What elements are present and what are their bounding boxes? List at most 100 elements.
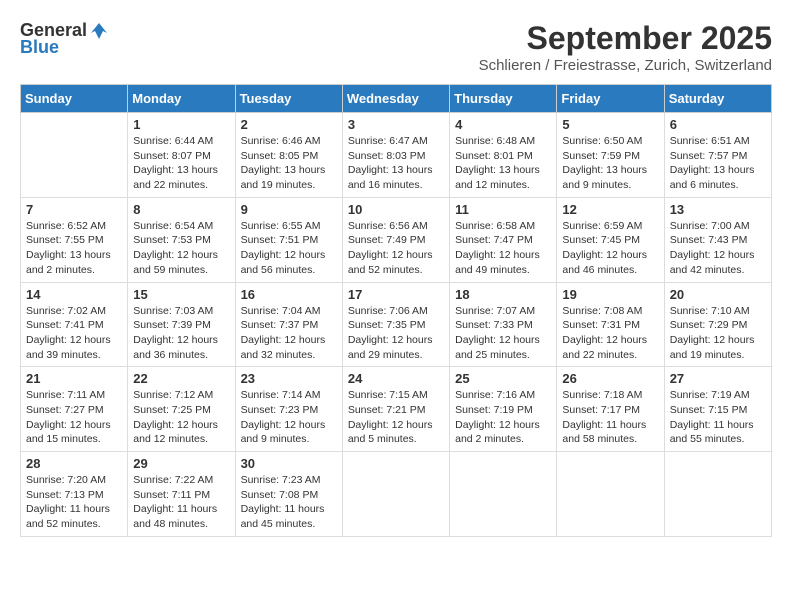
- day-number: 22: [133, 371, 229, 386]
- day-info: Sunrise: 6:59 AM Sunset: 7:45 PM Dayligh…: [562, 219, 658, 278]
- table-row: 26 Sunrise: 7:18 AM Sunset: 7:17 PM Dayli…: [557, 367, 664, 452]
- table-row: 3 Sunrise: 6:47 AM Sunset: 8:03 PM Daylig…: [342, 113, 449, 198]
- table-row: 4 Sunrise: 6:48 AM Sunset: 8:01 PM Daylig…: [450, 113, 557, 198]
- calendar-week-row: 1 Sunrise: 6:44 AM Sunset: 8:07 PM Daylig…: [21, 113, 772, 198]
- day-number: 3: [348, 117, 444, 132]
- page-header: General Blue September 2025 Schlieren / …: [20, 20, 772, 74]
- day-number: 27: [670, 371, 766, 386]
- calendar-week-row: 21 Sunrise: 7:11 AM Sunset: 7:27 PM Dayli…: [21, 367, 772, 452]
- calendar-header-row: Sunday Monday Tuesday Wednesday Thursday…: [21, 85, 772, 113]
- location-title: Schlieren / Freiestrasse, Zurich, Switze…: [479, 57, 772, 74]
- table-row: 19 Sunrise: 7:08 AM Sunset: 7:31 PM Dayli…: [557, 282, 664, 367]
- day-info: Sunrise: 7:00 AM Sunset: 7:43 PM Dayligh…: [670, 219, 766, 278]
- logo: General Blue: [20, 20, 109, 58]
- day-info: Sunrise: 7:04 AM Sunset: 7:37 PM Dayligh…: [241, 304, 337, 363]
- day-number: 4: [455, 117, 551, 132]
- day-number: 5: [562, 117, 658, 132]
- table-row: 17 Sunrise: 7:06 AM Sunset: 7:35 PM Dayli…: [342, 282, 449, 367]
- day-number: 7: [26, 202, 122, 217]
- day-info: Sunrise: 6:58 AM Sunset: 7:47 PM Dayligh…: [455, 219, 551, 278]
- day-info: Sunrise: 7:11 AM Sunset: 7:27 PM Dayligh…: [26, 388, 122, 447]
- calendar-week-row: 14 Sunrise: 7:02 AM Sunset: 7:41 PM Dayli…: [21, 282, 772, 367]
- day-number: 13: [670, 202, 766, 217]
- day-info: Sunrise: 6:55 AM Sunset: 7:51 PM Dayligh…: [241, 219, 337, 278]
- day-info: Sunrise: 6:46 AM Sunset: 8:05 PM Dayligh…: [241, 134, 337, 193]
- day-number: 17: [348, 287, 444, 302]
- day-number: 30: [241, 456, 337, 471]
- day-number: 11: [455, 202, 551, 217]
- day-number: 21: [26, 371, 122, 386]
- table-row: 15Sunrise: 7:03 AM Sunset: 7:39 PM Dayli…: [128, 282, 235, 367]
- table-row: [21, 113, 128, 198]
- day-number: 6: [670, 117, 766, 132]
- table-row: 21 Sunrise: 7:11 AM Sunset: 7:27 PM Dayli…: [21, 367, 128, 452]
- day-number: 15: [133, 287, 229, 302]
- table-row: 5 Sunrise: 6:50 AM Sunset: 7:59 PM Daylig…: [557, 113, 664, 198]
- day-info: Sunrise: 7:14 AM Sunset: 7:23 PM Dayligh…: [241, 388, 337, 447]
- table-row: 14 Sunrise: 7:02 AM Sunset: 7:41 PM Dayli…: [21, 282, 128, 367]
- table-row: [450, 452, 557, 537]
- table-row: 7 Sunrise: 6:52 AM Sunset: 7:55 PM Daylig…: [21, 197, 128, 282]
- table-row: 9 Sunrise: 6:55 AM Sunset: 7:51 PM Daylig…: [235, 197, 342, 282]
- day-number: 28: [26, 456, 122, 471]
- table-row: [664, 452, 771, 537]
- day-number: 26: [562, 371, 658, 386]
- col-saturday: Saturday: [664, 85, 771, 113]
- col-monday: Monday: [128, 85, 235, 113]
- table-row: [557, 452, 664, 537]
- day-number: 2: [241, 117, 337, 132]
- table-row: 12 Sunrise: 6:59 AM Sunset: 7:45 PM Dayli…: [557, 197, 664, 282]
- calendar-week-row: 7 Sunrise: 6:52 AM Sunset: 7:55 PM Daylig…: [21, 197, 772, 282]
- day-number: 25: [455, 371, 551, 386]
- day-number: 18: [455, 287, 551, 302]
- table-row: 28Sunrise: 7:20 AM Sunset: 7:13 PM Dayli…: [21, 452, 128, 537]
- day-info: Sunrise: 7:16 AM Sunset: 7:19 PM Dayligh…: [455, 388, 551, 447]
- day-info: Sunrise: 7:08 AM Sunset: 7:31 PM Dayligh…: [562, 304, 658, 363]
- day-number: 14: [26, 287, 122, 302]
- table-row: 30Sunrise: 7:23 AM Sunset: 7:08 PM Dayli…: [235, 452, 342, 537]
- day-info: Sunrise: 7:19 AM Sunset: 7:15 PM Dayligh…: [670, 388, 766, 447]
- day-number: 12: [562, 202, 658, 217]
- day-number: 24: [348, 371, 444, 386]
- day-info: Sunrise: 7:06 AM Sunset: 7:35 PM Dayligh…: [348, 304, 444, 363]
- day-info: Sunrise: 6:48 AM Sunset: 8:01 PM Dayligh…: [455, 134, 551, 193]
- table-row: 23 Sunrise: 7:14 AM Sunset: 7:23 PM Dayli…: [235, 367, 342, 452]
- table-row: 16 Sunrise: 7:04 AM Sunset: 7:37 PM Dayli…: [235, 282, 342, 367]
- logo-bird-icon: [89, 21, 109, 41]
- day-info: Sunrise: 6:54 AM Sunset: 7:53 PM Dayligh…: [133, 219, 229, 278]
- calendar-table: Sunday Monday Tuesday Wednesday Thursday…: [20, 84, 772, 537]
- day-info: Sunrise: 6:44 AM Sunset: 8:07 PM Dayligh…: [133, 134, 229, 193]
- day-number: 16: [241, 287, 337, 302]
- col-sunday: Sunday: [21, 85, 128, 113]
- table-row: 24 Sunrise: 7:15 AM Sunset: 7:21 PM Dayli…: [342, 367, 449, 452]
- day-info: Sunrise: 6:51 AM Sunset: 7:57 PM Dayligh…: [670, 134, 766, 193]
- day-info: Sunrise: 7:02 AM Sunset: 7:41 PM Dayligh…: [26, 304, 122, 363]
- day-number: 9: [241, 202, 337, 217]
- title-section: September 2025 Schlieren / Freiestrasse,…: [479, 20, 772, 74]
- table-row: 8Sunrise: 6:54 AM Sunset: 7:53 PM Daylig…: [128, 197, 235, 282]
- col-thursday: Thursday: [450, 85, 557, 113]
- day-number: 23: [241, 371, 337, 386]
- table-row: 11 Sunrise: 6:58 AM Sunset: 7:47 PM Dayli…: [450, 197, 557, 282]
- day-info: Sunrise: 6:50 AM Sunset: 7:59 PM Dayligh…: [562, 134, 658, 193]
- table-row: 13 Sunrise: 7:00 AM Sunset: 7:43 PM Dayli…: [664, 197, 771, 282]
- day-info: Sunrise: 6:47 AM Sunset: 8:03 PM Dayligh…: [348, 134, 444, 193]
- table-row: 2 Sunrise: 6:46 AM Sunset: 8:05 PM Daylig…: [235, 113, 342, 198]
- day-info: Sunrise: 7:10 AM Sunset: 7:29 PM Dayligh…: [670, 304, 766, 363]
- day-info: Sunrise: 6:52 AM Sunset: 7:55 PM Dayligh…: [26, 219, 122, 278]
- day-number: 29: [133, 456, 229, 471]
- table-row: 27 Sunrise: 7:19 AM Sunset: 7:15 PM Dayli…: [664, 367, 771, 452]
- col-friday: Friday: [557, 85, 664, 113]
- day-info: Sunrise: 7:22 AM Sunset: 7:11 PM Dayligh…: [133, 473, 229, 532]
- table-row: 6 Sunrise: 6:51 AM Sunset: 7:57 PM Daylig…: [664, 113, 771, 198]
- day-number: 10: [348, 202, 444, 217]
- col-wednesday: Wednesday: [342, 85, 449, 113]
- table-row: 10 Sunrise: 6:56 AM Sunset: 7:49 PM Dayli…: [342, 197, 449, 282]
- day-info: Sunrise: 7:18 AM Sunset: 7:17 PM Dayligh…: [562, 388, 658, 447]
- table-row: 25 Sunrise: 7:16 AM Sunset: 7:19 PM Dayli…: [450, 367, 557, 452]
- day-info: Sunrise: 6:56 AM Sunset: 7:49 PM Dayligh…: [348, 219, 444, 278]
- day-number: 1: [133, 117, 229, 132]
- day-info: Sunrise: 7:15 AM Sunset: 7:21 PM Dayligh…: [348, 388, 444, 447]
- day-number: 19: [562, 287, 658, 302]
- table-row: 29 Sunrise: 7:22 AM Sunset: 7:11 PM Dayli…: [128, 452, 235, 537]
